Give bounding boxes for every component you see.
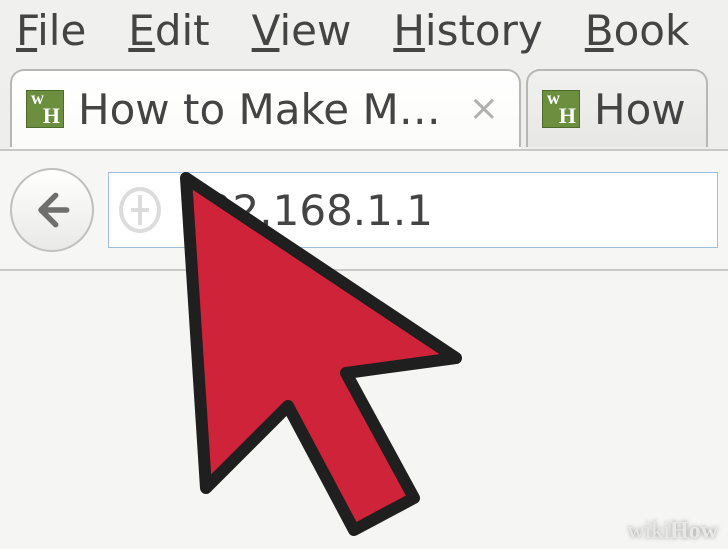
menu-history-rest: istory bbox=[425, 6, 543, 55]
url-input[interactable] bbox=[179, 186, 707, 235]
tab-inactive-title: How bbox=[594, 85, 686, 134]
page-content-area bbox=[0, 271, 728, 549]
tab-strip: How to Make M… × How bbox=[0, 69, 728, 149]
wikihow-watermark: wikiHow bbox=[627, 519, 718, 543]
tab-inactive[interactable]: How bbox=[526, 69, 708, 147]
back-arrow-icon bbox=[30, 188, 74, 232]
back-button[interactable] bbox=[10, 168, 94, 252]
menu-book-hotkey: B bbox=[585, 6, 614, 55]
address-bar[interactable] bbox=[108, 172, 718, 248]
menu-book-rest: ook bbox=[614, 6, 690, 55]
navigation-toolbar bbox=[0, 149, 728, 271]
wikihow-favicon-icon bbox=[542, 90, 580, 128]
menu-view-hotkey: V bbox=[252, 6, 280, 55]
watermark-wiki: wiki bbox=[627, 518, 670, 544]
menu-bar: File Edit View History Book bbox=[0, 0, 728, 65]
menu-edit[interactable]: Edit bbox=[128, 6, 209, 55]
menu-bookmarks[interactable]: Book bbox=[585, 6, 690, 55]
menu-view[interactable]: View bbox=[252, 6, 352, 55]
menu-file[interactable]: File bbox=[16, 6, 86, 55]
menu-history-hotkey: H bbox=[393, 6, 425, 55]
menu-edit-rest: dit bbox=[155, 6, 210, 55]
watermark-how: How bbox=[670, 518, 718, 544]
wikihow-favicon-icon bbox=[26, 90, 64, 128]
menu-file-rest: ile bbox=[37, 6, 86, 55]
tab-close-icon[interactable]: × bbox=[469, 91, 499, 127]
menu-view-rest: iew bbox=[279, 6, 351, 55]
menu-history[interactable]: History bbox=[393, 6, 542, 55]
menu-file-hotkey: F bbox=[16, 6, 37, 55]
tab-active-title: How to Make M… bbox=[78, 85, 441, 134]
menu-edit-hotkey: E bbox=[128, 6, 155, 55]
globe-icon bbox=[119, 187, 161, 233]
tab-active[interactable]: How to Make M… × bbox=[10, 69, 521, 147]
